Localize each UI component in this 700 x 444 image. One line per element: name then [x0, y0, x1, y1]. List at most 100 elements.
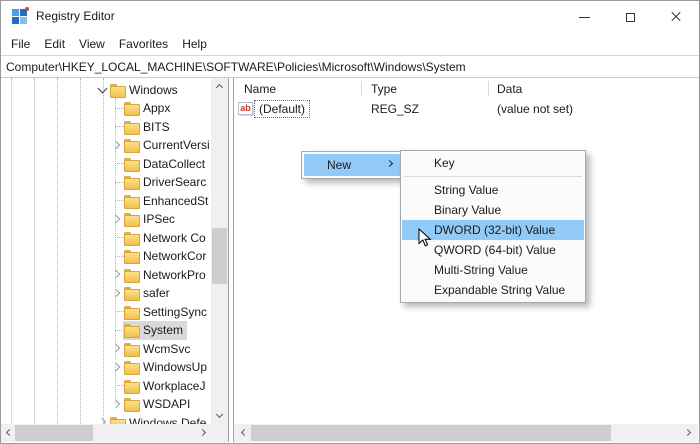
column-divider[interactable]: [361, 81, 362, 96]
tree-item-network-co[interactable]: Network Co: [1, 228, 211, 247]
tree-item-safer[interactable]: safer: [1, 284, 211, 303]
folder-icon: [124, 176, 138, 188]
tree-expand-icon[interactable]: [109, 360, 124, 375]
tree-vertical-scrollbar[interactable]: [211, 78, 228, 424]
tree-item-windows[interactable]: Windows: [1, 80, 211, 99]
tree-expand-icon[interactable]: [109, 267, 124, 282]
value-row[interactable]: ab (Default) REG_SZ (value not set): [234, 100, 698, 119]
scroll-left-icon[interactable]: [1, 425, 16, 440]
submenu-item-key[interactable]: Key: [402, 153, 584, 173]
folder-icon: [124, 250, 138, 262]
scroll-up-icon[interactable]: [212, 79, 227, 94]
minimize-button[interactable]: [561, 1, 607, 33]
tree-item-system[interactable]: System: [1, 321, 211, 340]
submenu-item-string-value[interactable]: String Value: [402, 180, 584, 200]
column-header-data[interactable]: Data: [497, 82, 522, 96]
folder-icon: [110, 84, 124, 96]
maximize-button[interactable]: [607, 1, 653, 33]
tree-item-label: WcmSvc: [143, 342, 190, 356]
tree-item-label: Windows Defe: [129, 416, 206, 425]
scroll-right-icon[interactable]: [196, 425, 211, 440]
scroll-right-icon[interactable]: [681, 425, 696, 440]
tree-item-label: CurrentVersi: [143, 138, 210, 152]
close-icon: [670, 11, 682, 23]
column-header-type[interactable]: Type: [371, 82, 397, 96]
tree-item-windows-defe[interactable]: Windows Defe: [1, 413, 211, 424]
tree-item-label: DataCollect: [143, 157, 205, 171]
address-bar[interactable]: Computer\HKEY_LOCAL_MACHINE\SOFTWARE\Pol…: [1, 55, 699, 78]
title-bar[interactable]: Registry Editor: [1, 1, 699, 33]
tree-item-label: NetworkCor: [143, 249, 206, 263]
tree-item-windowsup[interactable]: WindowsUp: [1, 358, 211, 377]
tree-expand-icon[interactable]: [109, 138, 124, 153]
submenu-item-binary-value[interactable]: Binary Value: [402, 200, 584, 220]
tree-item-label: EnhancedSt: [143, 194, 208, 208]
tree-item-label: System: [143, 323, 183, 337]
menu-view[interactable]: View: [72, 34, 112, 54]
tree-expand-icon[interactable]: [95, 82, 110, 97]
tree-item-datacollect[interactable]: DataCollect: [1, 154, 211, 173]
tree-expand-icon[interactable]: [95, 415, 110, 424]
folder-icon: [110, 417, 124, 425]
tree-item-appx[interactable]: Appx: [1, 99, 211, 118]
menu-edit[interactable]: Edit: [37, 34, 72, 54]
folder-icon: [124, 195, 138, 207]
tree-item-workplacej[interactable]: WorkplaceJ: [1, 376, 211, 395]
value-type: REG_SZ: [371, 102, 419, 116]
tree-item-ipsec[interactable]: IPSec: [1, 210, 211, 229]
tree-item-networkpro[interactable]: NetworkPro: [1, 265, 211, 284]
tree-item-label: Windows: [129, 83, 178, 97]
tree-expand-icon[interactable]: [109, 341, 124, 356]
tree-expand-icon[interactable]: [109, 397, 124, 412]
tree-expand-icon[interactable]: [109, 212, 124, 227]
value-data: (value not set): [497, 102, 573, 116]
folder-icon: [124, 121, 138, 133]
tree-item-bits[interactable]: BITS: [1, 117, 211, 136]
tree-item-driversearc[interactable]: DriverSearc: [1, 173, 211, 192]
tree-item-wsdapi[interactable]: WSDAPI: [1, 395, 211, 414]
scrollbar-thumb[interactable]: [251, 425, 611, 441]
tree-item-wcmsvc[interactable]: WcmSvc: [1, 339, 211, 358]
string-value-icon: ab: [238, 102, 253, 115]
folder-icon: [124, 398, 138, 410]
close-button[interactable]: [653, 1, 699, 33]
folder-icon: [124, 213, 138, 225]
tree-content: Windows Appx BITS CurrentVersi DataColle…: [1, 78, 211, 424]
submenu-item-multi-string-value[interactable]: Multi-String Value: [402, 260, 584, 280]
scroll-left-icon[interactable]: [236, 425, 251, 440]
minimize-icon: [579, 17, 590, 18]
scrollbar-thumb[interactable]: [212, 228, 227, 284]
context-menu: New: [301, 151, 405, 179]
tree-item-label: WSDAPI: [143, 397, 190, 411]
folder-icon: [124, 102, 138, 114]
menu-favorites[interactable]: Favorites: [112, 34, 175, 54]
tree-item-currentversi[interactable]: CurrentVersi: [1, 136, 211, 155]
tree-item-enhancedst[interactable]: EnhancedSt: [1, 191, 211, 210]
folder-icon: [124, 287, 138, 299]
column-header-name[interactable]: Name: [244, 82, 276, 96]
registry-editor-icon: [12, 9, 27, 24]
registry-editor-window: Registry Editor File Edit View Favorites…: [0, 0, 700, 444]
values-horizontal-scrollbar[interactable]: [234, 424, 698, 442]
tree-expand-icon[interactable]: [109, 286, 124, 301]
menu-help[interactable]: Help: [175, 34, 214, 54]
value-name[interactable]: (Default): [254, 100, 310, 118]
address-path: Computer\HKEY_LOCAL_MACHINE\SOFTWARE\Pol…: [6, 60, 466, 74]
menu-file[interactable]: File: [4, 34, 37, 54]
submenu-item-expandable-string-value[interactable]: Expandable String Value: [402, 280, 584, 300]
tree-item-label: NetworkPro: [143, 268, 206, 282]
window-title: Registry Editor: [36, 9, 115, 23]
tree-item-networkcor[interactable]: NetworkCor: [1, 247, 211, 266]
tree-item-label: DriverSearc: [143, 175, 206, 189]
tree-item-label: WindowsUp: [143, 360, 207, 374]
folder-icon: [124, 269, 138, 281]
context-menu-item-new[interactable]: New: [304, 154, 402, 176]
column-divider[interactable]: [488, 81, 489, 96]
tree-horizontal-scrollbar[interactable]: [1, 424, 211, 442]
scroll-down-icon[interactable]: [212, 408, 227, 423]
folder-icon: [124, 232, 138, 244]
tree-item-settingsync[interactable]: SettingSync: [1, 302, 211, 321]
scrollbar-thumb[interactable]: [15, 425, 93, 441]
tree-item-label: BITS: [143, 120, 170, 134]
folder-icon: [124, 324, 138, 336]
